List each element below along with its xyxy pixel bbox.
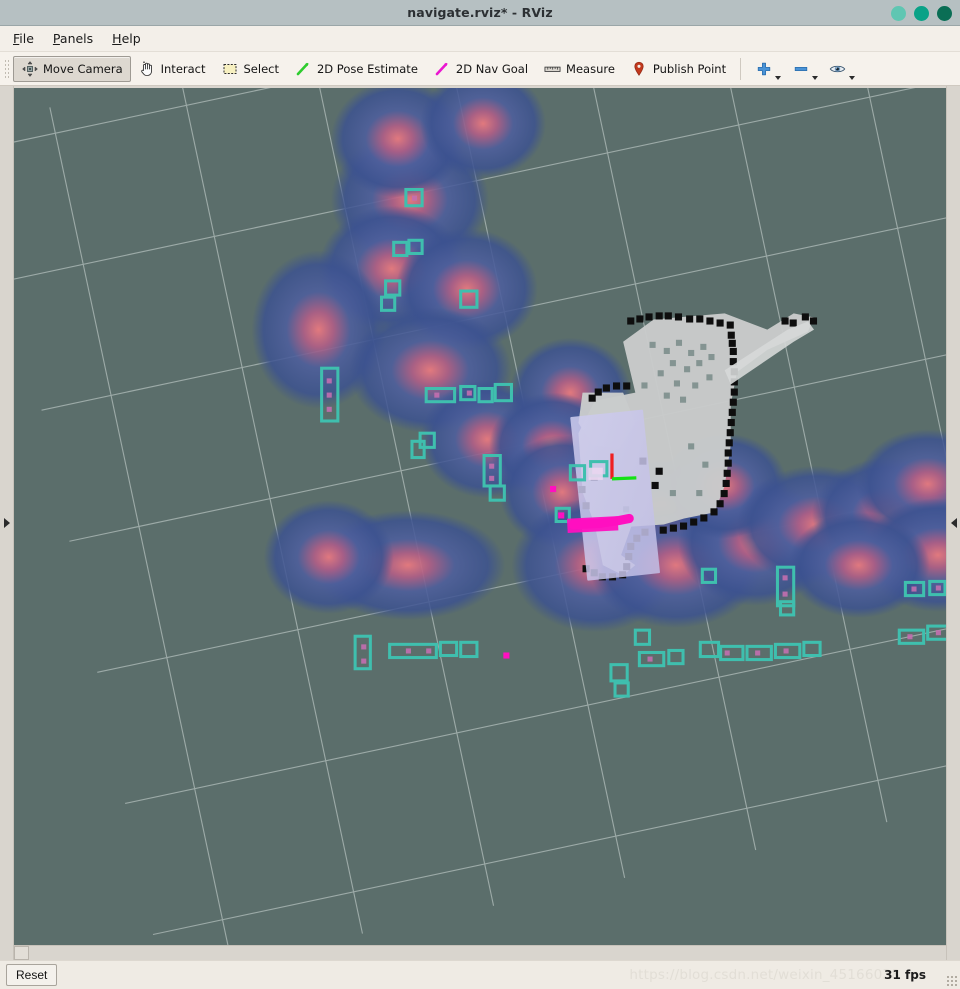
remove-tool-caret-icon[interactable] <box>812 75 819 80</box>
minimize-button[interactable] <box>891 5 906 21</box>
publish-point-pin-icon <box>631 60 648 77</box>
select-rectangle-icon <box>222 60 239 77</box>
window-size-grip[interactable] <box>946 975 958 987</box>
chevron-right-icon[interactable] <box>3 518 10 528</box>
tool-move-camera[interactable]: Move Camera <box>13 55 131 82</box>
menu-help-rest: elp <box>121 31 141 46</box>
tool-interact[interactable]: Interact <box>131 56 214 82</box>
left-panel-splitter[interactable] <box>0 86 14 960</box>
move-camera-icon <box>21 60 38 77</box>
menu-item-panels[interactable]: Panels <box>47 28 103 49</box>
interact-hand-icon <box>139 60 156 77</box>
menu-item-file[interactable]: File <box>7 28 44 49</box>
remove-tool-button[interactable] <box>787 56 819 82</box>
close-button[interactable] <box>937 5 952 21</box>
minus-icon <box>792 60 809 77</box>
plus-icon <box>755 60 772 77</box>
tool-publish-point-label: Publish Point <box>652 61 727 76</box>
tool-2d-nav-goal[interactable]: 2D Nav Goal <box>426 56 536 82</box>
fps-counter: 31 fps <box>884 968 926 982</box>
visibility-caret-icon[interactable] <box>849 75 856 80</box>
scene-svg <box>14 88 946 945</box>
render-panel-3d-view[interactable] <box>14 88 946 945</box>
tool-select-label: Select <box>243 61 279 76</box>
menu-help-mnemonic: H <box>112 31 122 46</box>
hscrollbar-thumb[interactable] <box>14 946 29 960</box>
status-bar: Reset https://blog.csdn.net/weixin_45166… <box>0 960 960 989</box>
add-tool-caret-icon[interactable] <box>775 75 782 80</box>
pose-estimate-arrow-icon <box>295 60 312 77</box>
render-panel-hscrollbar[interactable] <box>14 945 946 960</box>
tool-move-camera-label: Move Camera <box>43 61 123 76</box>
window-controls <box>891 0 952 26</box>
toolbar-separator <box>740 57 742 80</box>
tool-measure-label: Measure <box>566 61 615 76</box>
nav-goal-arrow-icon <box>434 60 451 77</box>
menu-panels-rest: anels <box>59 31 94 46</box>
menu-file-rest: ile <box>19 31 34 46</box>
add-tool-button[interactable] <box>750 56 782 82</box>
right-panel-splitter[interactable] <box>946 86 960 960</box>
main-area <box>0 86 960 960</box>
tool-2d-nav-goal-label: 2D Nav Goal <box>455 61 529 76</box>
toolbar-drag-handle[interactable] <box>3 57 10 80</box>
menu-bar: File Panels Help <box>0 26 960 52</box>
render-panel-wrap <box>14 86 946 960</box>
tool-select[interactable]: Select <box>214 56 287 82</box>
window-title: navigate.rviz* - RViz <box>407 5 553 20</box>
tool-2d-pose-estimate[interactable]: 2D Pose Estimate <box>287 56 426 82</box>
menu-item-help[interactable]: Help <box>106 28 151 49</box>
eye-icon <box>829 60 846 77</box>
title-bar: navigate.rviz* - RViz <box>0 0 960 26</box>
axis-y <box>611 476 637 481</box>
visibility-button[interactable] <box>824 56 856 82</box>
watermark-text: https://blog.csdn.net/weixin_45166038 <box>629 967 900 983</box>
rviz-window: navigate.rviz* - RViz File Panels Help M… <box>0 0 960 989</box>
tool-publish-point[interactable]: Publish Point <box>623 56 734 82</box>
menu-panels-mnemonic: P <box>52 31 60 46</box>
measure-ruler-icon <box>544 60 561 77</box>
tool-2d-pose-estimate-label: 2D Pose Estimate <box>316 61 418 76</box>
robot-footprint <box>588 467 603 480</box>
tool-measure[interactable]: Measure <box>536 56 623 82</box>
chevron-left-icon[interactable] <box>950 518 957 528</box>
tool-interact-label: Interact <box>160 61 206 76</box>
maximize-button[interactable] <box>914 5 929 21</box>
reset-button[interactable]: Reset <box>6 964 58 986</box>
tools-toolbar: Move Camera Interact Select 2D Pose Esti… <box>0 52 960 86</box>
